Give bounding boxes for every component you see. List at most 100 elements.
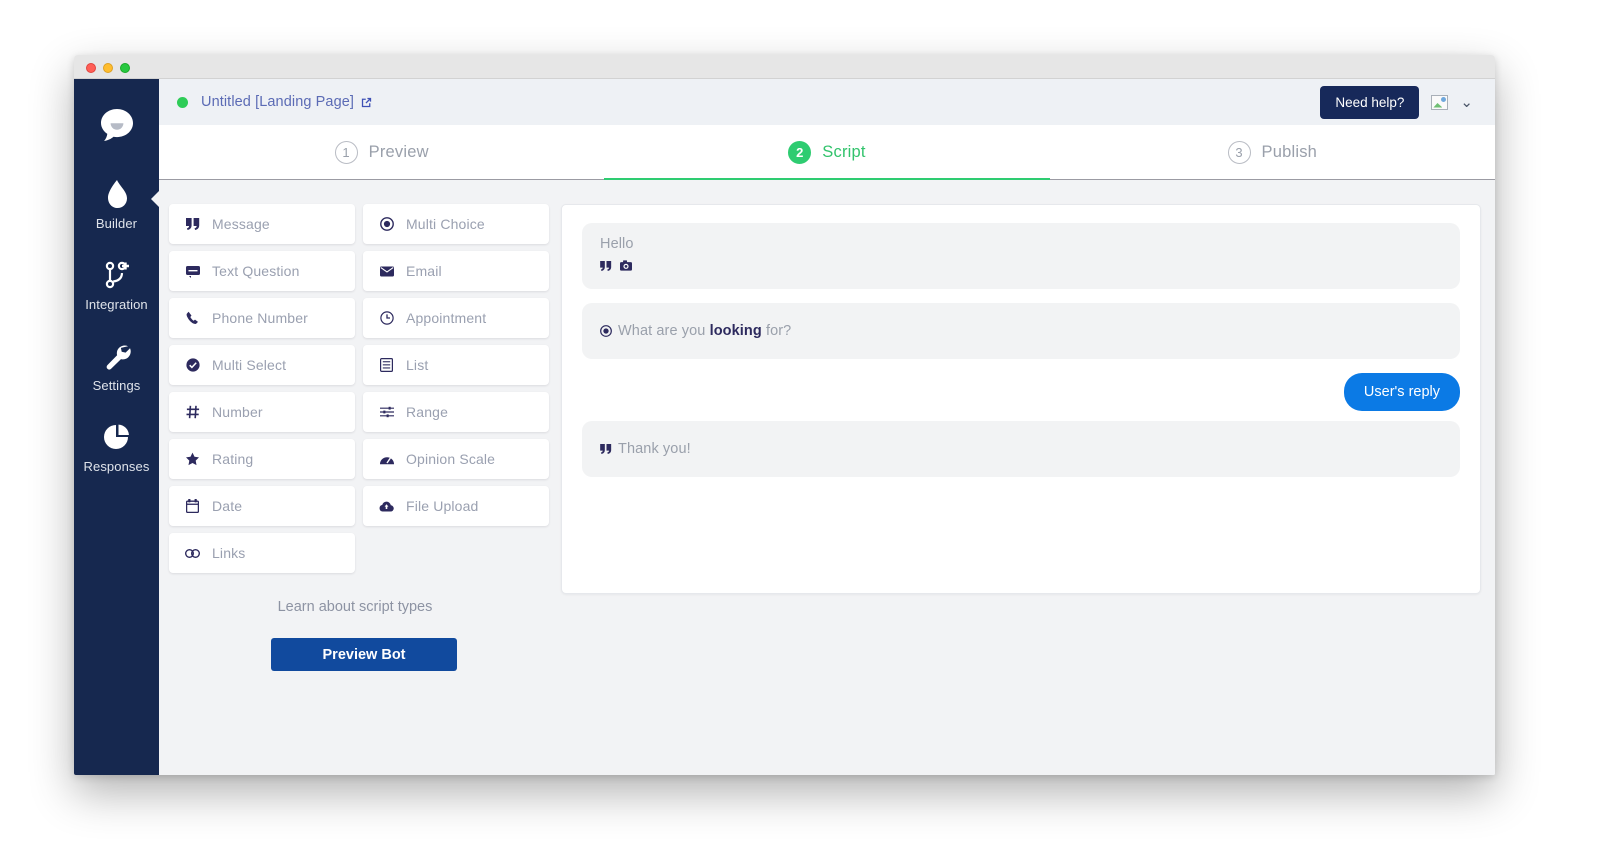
window-titlebar bbox=[74, 55, 1495, 79]
learn-about-script-types-link[interactable]: Learn about script types bbox=[169, 599, 541, 615]
tab-script[interactable]: 2 Script bbox=[604, 125, 1050, 181]
sliders-icon bbox=[379, 406, 394, 418]
radio-button-icon bbox=[379, 217, 394, 231]
clock-icon bbox=[379, 311, 394, 325]
tab-number: 2 bbox=[788, 140, 812, 164]
app-viewport: Builder Integration Settings Responses U… bbox=[74, 79, 1495, 775]
script-type-label: Phone Number bbox=[212, 310, 308, 326]
script-type-label: Date bbox=[212, 498, 243, 514]
sidebar-item-settings[interactable]: Settings bbox=[74, 339, 159, 393]
text-box-icon bbox=[185, 265, 200, 278]
script-type-number[interactable]: Number bbox=[169, 392, 355, 432]
page-title[interactable]: Untitled [Landing Page] bbox=[201, 94, 373, 110]
status-online-indicator bbox=[177, 96, 188, 108]
star-icon bbox=[185, 452, 200, 466]
script-type-label: List bbox=[406, 357, 429, 373]
integration-branch-icon bbox=[103, 258, 131, 292]
script-type-label: Links bbox=[212, 545, 246, 561]
chat-bubble-logo-icon[interactable] bbox=[97, 105, 137, 145]
script-step-icons bbox=[600, 258, 1442, 276]
script-step-text: What are you looking for? bbox=[600, 323, 1442, 339]
sidebar-item-label: Responses bbox=[83, 459, 150, 474]
quote-icon bbox=[600, 444, 612, 454]
link-icon bbox=[185, 548, 200, 558]
preview-bot-button[interactable]: Preview Bot bbox=[271, 638, 457, 671]
maximize-window-button[interactable] bbox=[120, 63, 130, 73]
tab-preview[interactable]: 1 Preview bbox=[159, 125, 604, 179]
script-type-label: Email bbox=[406, 263, 442, 279]
user-reply-row: User's reply bbox=[582, 373, 1460, 411]
camera-icon[interactable] bbox=[620, 258, 632, 276]
script-type-label: Appointment bbox=[406, 310, 487, 326]
sidebar-item-integration[interactable]: Integration bbox=[74, 258, 159, 312]
hash-icon bbox=[185, 405, 200, 419]
wrench-icon bbox=[102, 339, 132, 373]
chevron-down-icon[interactable]: ⌄ bbox=[1460, 93, 1473, 111]
script-type-label: File Upload bbox=[406, 498, 479, 514]
quote-icon[interactable] bbox=[600, 258, 612, 276]
script-type-message[interactable]: Message bbox=[169, 204, 355, 244]
pie-chart-icon bbox=[102, 420, 132, 454]
header-actions: Need help? ⌄ bbox=[1320, 85, 1495, 119]
screen-root: { "window": { "traffic_lights": ["close"… bbox=[0, 0, 1600, 849]
sidebar-item-label: Integration bbox=[85, 297, 148, 312]
broken-image-icon[interactable] bbox=[1431, 94, 1449, 110]
step-tabs: 1 Preview 2 Script 3 Publish bbox=[159, 125, 1495, 181]
script-type-email[interactable]: Email bbox=[363, 251, 549, 291]
script-type-label: Opinion Scale bbox=[406, 451, 496, 467]
check-circle-icon bbox=[185, 358, 200, 372]
script-type-grid: Message Multi Choice Text Question Email… bbox=[169, 204, 559, 573]
script-type-phone-number[interactable]: Phone Number bbox=[169, 298, 355, 338]
question-prefix: What are you bbox=[618, 323, 710, 339]
script-step-message-thankyou[interactable]: Thank you! bbox=[582, 421, 1460, 477]
thankyou-text: Thank you! bbox=[618, 441, 691, 457]
script-type-list[interactable]: List bbox=[363, 345, 549, 385]
list-icon bbox=[379, 358, 394, 372]
script-type-label: Range bbox=[406, 404, 449, 420]
radio-button-icon bbox=[600, 325, 612, 337]
need-help-button[interactable]: Need help? bbox=[1320, 85, 1420, 119]
script-type-label: Number bbox=[212, 404, 263, 420]
script-type-label: Text Question bbox=[212, 263, 300, 279]
script-type-multi-choice[interactable]: Multi Choice bbox=[363, 204, 549, 244]
script-type-links[interactable]: Links bbox=[169, 533, 355, 573]
script-type-text-question[interactable]: Text Question bbox=[169, 251, 355, 291]
sidebar-item-builder[interactable]: Builder bbox=[74, 177, 160, 231]
script-step-user-reply[interactable]: User's reply bbox=[1343, 373, 1460, 411]
close-window-button[interactable] bbox=[86, 63, 96, 73]
sidebar-item-responses[interactable]: Responses bbox=[74, 420, 159, 474]
script-step-text: Thank you! bbox=[600, 441, 1442, 457]
script-step-message-hello[interactable]: Hello bbox=[582, 223, 1460, 289]
sidebar-item-label: Builder bbox=[95, 216, 138, 231]
flame-icon bbox=[104, 177, 130, 211]
cloud-upload-icon bbox=[379, 501, 394, 512]
app-header: Untitled [Landing Page] Need help? ⌄ bbox=[159, 79, 1495, 125]
main-content: Untitled [Landing Page] Need help? ⌄ 1 P… bbox=[159, 79, 1495, 775]
question-bold: looking bbox=[709, 323, 762, 339]
tab-label: Publish bbox=[1261, 142, 1318, 161]
script-type-range[interactable]: Range bbox=[363, 392, 549, 432]
script-type-palette: Message Multi Choice Text Question Email… bbox=[159, 204, 559, 775]
builder-body: Message Multi Choice Text Question Email… bbox=[159, 180, 1495, 775]
script-type-opinion-scale[interactable]: Opinion Scale bbox=[363, 439, 549, 479]
script-canvas: Hello What are you looking for? User's r… bbox=[561, 204, 1481, 594]
script-type-label: Multi Select bbox=[212, 357, 287, 373]
script-type-appointment[interactable]: Appointment bbox=[363, 298, 549, 338]
browser-window: Builder Integration Settings Responses U… bbox=[74, 55, 1495, 775]
tab-number: 3 bbox=[1227, 140, 1251, 164]
tab-label: Script bbox=[822, 142, 866, 161]
script-type-multi-select[interactable]: Multi Select bbox=[169, 345, 355, 385]
envelope-icon bbox=[379, 266, 394, 277]
quote-icon bbox=[185, 218, 200, 230]
script-type-date[interactable]: Date bbox=[169, 486, 355, 526]
script-type-label: Rating bbox=[212, 451, 254, 467]
tab-number: 1 bbox=[334, 140, 358, 164]
meter-icon bbox=[379, 453, 394, 465]
external-link-icon[interactable] bbox=[360, 96, 373, 109]
tab-publish[interactable]: 3 Publish bbox=[1050, 125, 1495, 179]
script-type-rating[interactable]: Rating bbox=[169, 439, 355, 479]
script-step-multi-choice[interactable]: What are you looking for? bbox=[582, 303, 1460, 359]
script-type-file-upload[interactable]: File Upload bbox=[363, 486, 549, 526]
minimize-window-button[interactable] bbox=[103, 63, 113, 73]
